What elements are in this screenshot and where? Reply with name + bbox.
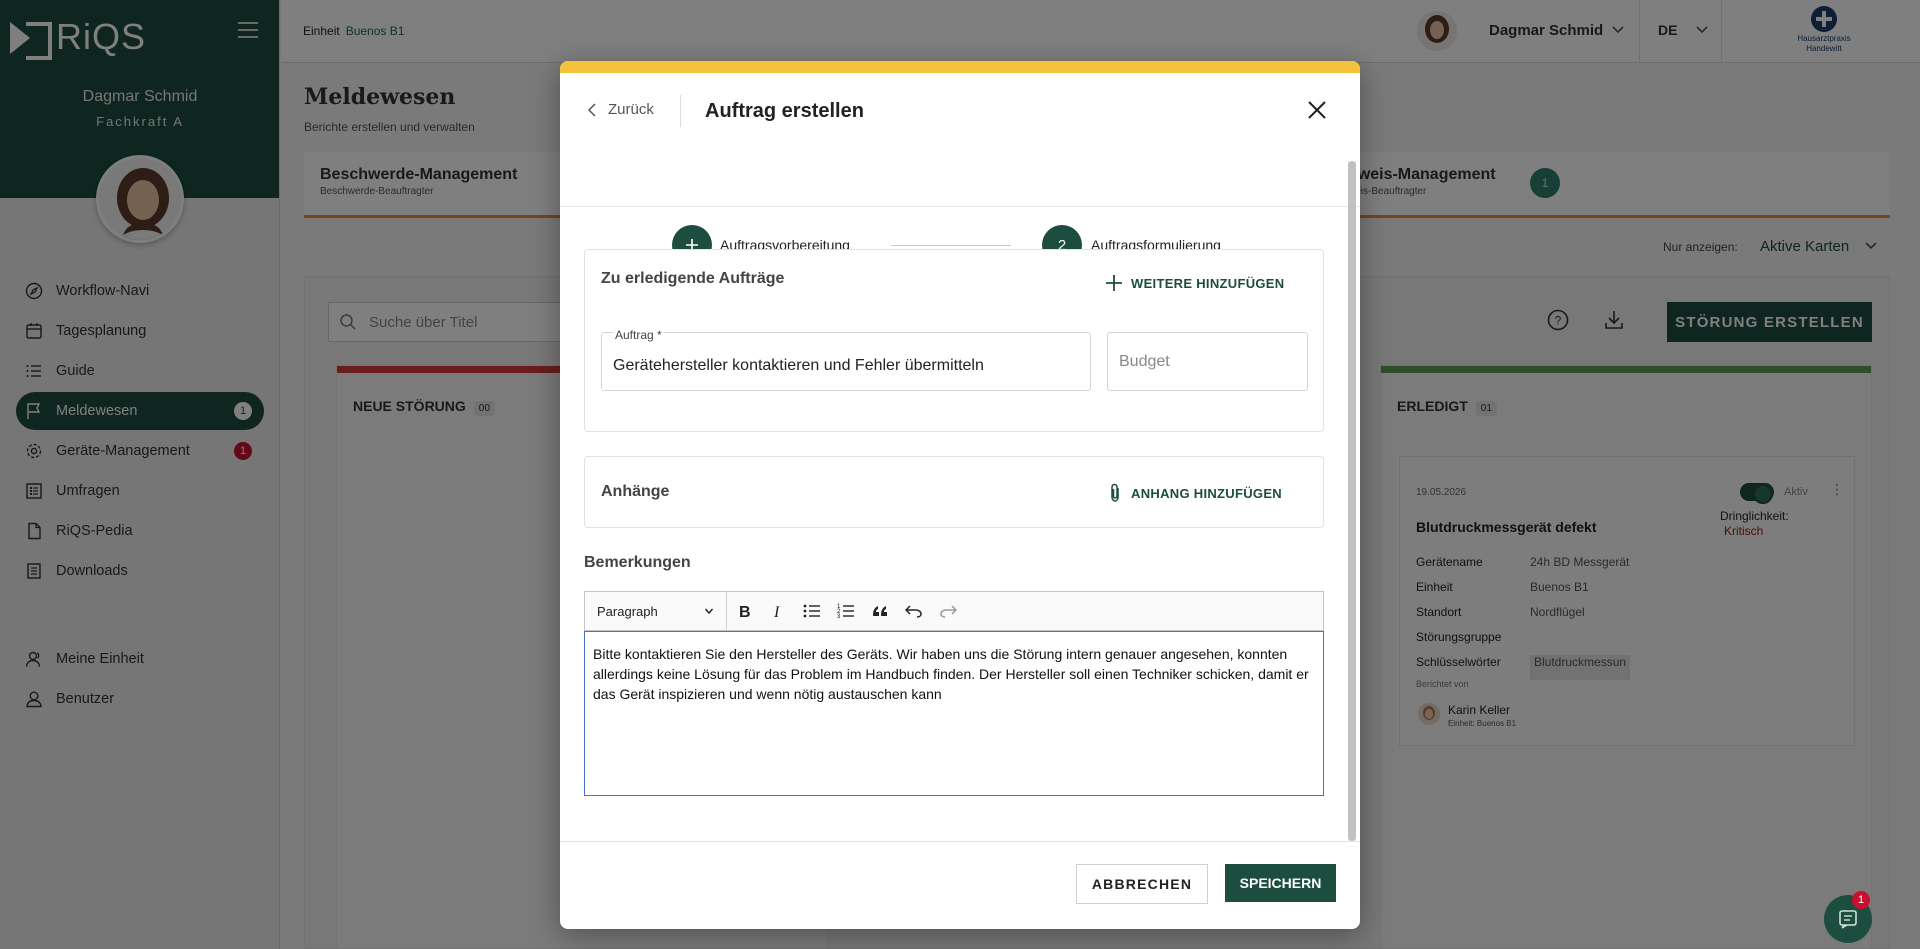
svg-text:3: 3 [837, 614, 841, 619]
chevron-down-icon [704, 608, 714, 615]
paragraph-select-value: Paragraph [597, 603, 658, 619]
paragraph-select[interactable]: Paragraph [585, 592, 727, 630]
order-field[interactable]: Auftrag * Gerätehersteller kontaktieren … [601, 328, 1091, 391]
save-button[interactable]: SPEICHERN [1225, 864, 1336, 902]
remarks-editor[interactable]: Bitte kontaktieren Sie den Hersteller de… [584, 631, 1324, 796]
step-connector [891, 245, 1011, 246]
numbered-list-icon[interactable]: 123 [829, 592, 863, 630]
orders-section: Zu erledigende Aufträge WEITERE HINZUFÜG… [584, 249, 1324, 432]
add-more-label: WEITERE HINZUFÜGEN [1131, 275, 1285, 291]
redo-icon[interactable] [931, 592, 965, 630]
modal-accent-bar [560, 61, 1360, 73]
add-attachment-button[interactable]: ANHANG HINZUFÜGEN [1107, 483, 1282, 503]
budget-placeholder: Budget [1119, 353, 1170, 370]
orders-section-title: Zu erledigende Aufträge [601, 270, 785, 287]
bold-icon[interactable]: B [727, 592, 761, 630]
back-button[interactable]: Zurück [586, 101, 654, 118]
svg-text:B: B [739, 604, 751, 619]
paperclip-icon [1111, 483, 1119, 502]
svg-text:I: I [773, 604, 780, 619]
modal-footer-divider [560, 841, 1360, 842]
header-divider [680, 95, 681, 127]
undo-icon[interactable] [897, 592, 931, 630]
chat-icon [1839, 910, 1857, 929]
order-label-text: Auftrag [615, 328, 654, 342]
add-attachment-label: ANHANG HINZUFÜGEN [1131, 485, 1282, 501]
add-more-orders-button[interactable]: WEITERE HINZUFÜGEN [1105, 274, 1284, 292]
plus-icon [1106, 275, 1122, 291]
required-mark: * [657, 328, 662, 342]
back-label: Zurück [608, 101, 654, 118]
order-field-label: Auftrag * [613, 328, 664, 342]
modal-scrollbar-thumb[interactable] [1348, 161, 1356, 841]
editor-toolbar: Paragraph B I 123 [584, 591, 1324, 631]
bulleted-list-icon[interactable] [795, 592, 829, 630]
order-field-value: Gerätehersteller kontaktieren und Fehler… [613, 357, 984, 374]
close-icon[interactable] [1306, 99, 1328, 126]
attachments-title: Anhänge [601, 483, 670, 500]
chevron-left-icon [587, 102, 596, 117]
modal-header: Zurück Auftrag erstellen [560, 73, 1360, 207]
cancel-button[interactable]: ABBRECHEN [1076, 864, 1208, 904]
remarks-title: Bemerkungen [584, 554, 691, 571]
attachments-section: Anhänge ANHANG HINZUFÜGEN [584, 456, 1324, 528]
chat-badge: 1 [1852, 891, 1870, 909]
italic-icon[interactable]: I [761, 592, 795, 630]
blockquote-icon[interactable] [863, 592, 897, 630]
create-order-modal: Zurück Auftrag erstellen Auftragsvorbere… [560, 61, 1360, 929]
modal-title: Auftrag erstellen [705, 100, 864, 122]
budget-field[interactable]: Budget [1107, 332, 1308, 391]
